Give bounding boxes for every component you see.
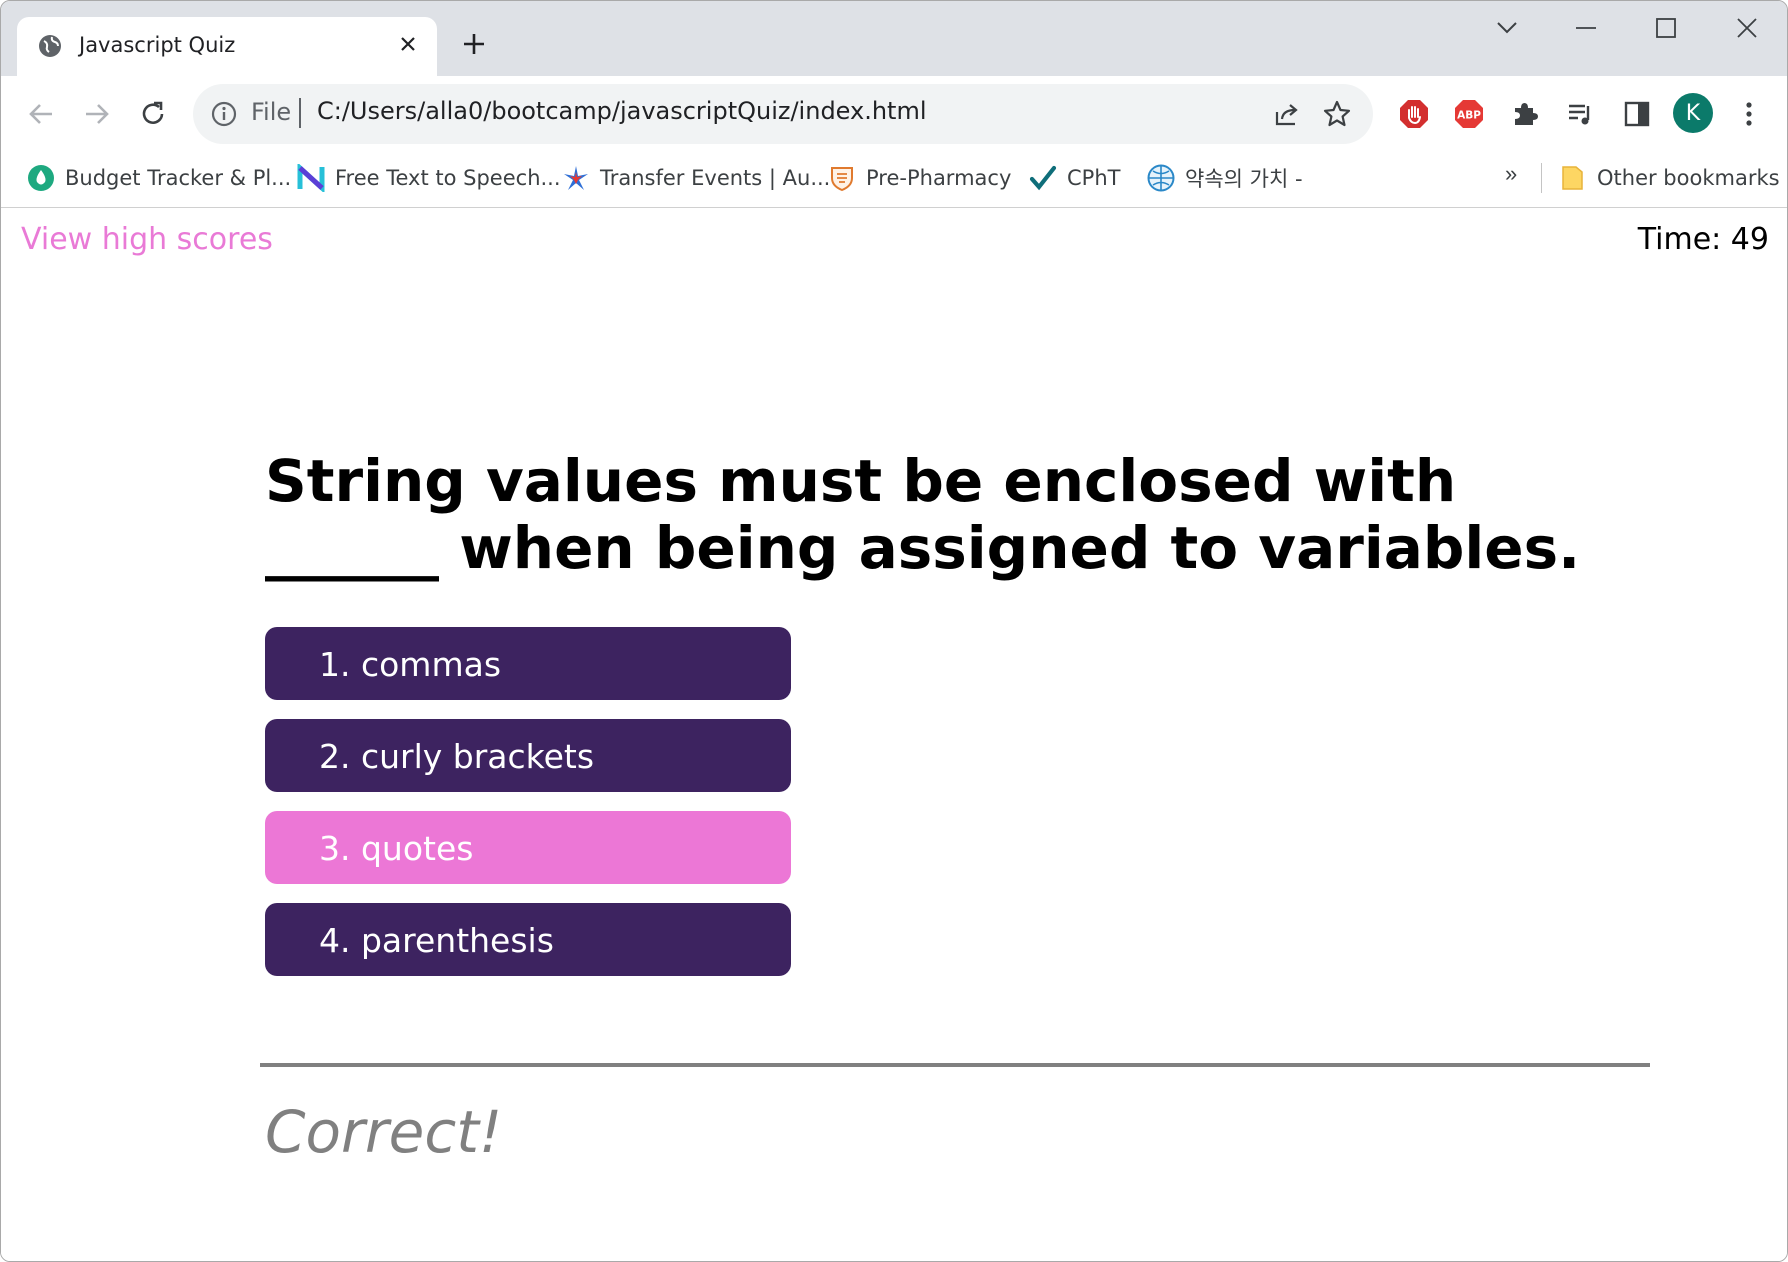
answer-result: Correct! xyxy=(265,1098,503,1166)
minimize-icon[interactable] xyxy=(1568,13,1604,43)
drop-icon xyxy=(27,164,55,192)
tab-search-icon[interactable] xyxy=(1489,13,1525,43)
media-queue-icon[interactable] xyxy=(1561,94,1601,134)
bookmark-label: Budget Tracker & Pl... xyxy=(65,166,292,190)
bookmarks-separator xyxy=(1541,163,1542,193)
bookmark-label: Other bookmarks xyxy=(1597,166,1780,190)
bookmark-label: Transfer Events | Au... xyxy=(600,166,831,190)
close-icon[interactable] xyxy=(393,29,423,59)
bookmark-cpht[interactable]: CPhT xyxy=(1029,161,1120,195)
address-url[interactable]: C:/Users/alla0/bootcamp/javascriptQuiz/i… xyxy=(317,97,927,125)
bookmark-korean-site[interactable]: 약속의 가치 - xyxy=(1147,161,1303,195)
bookmark-free-text-to-speech[interactable]: Free Text to Speech... xyxy=(297,161,561,195)
n-logo-icon xyxy=(297,164,325,192)
bookmark-label: Pre-Pharmacy xyxy=(866,166,1012,190)
bookmark-budget-tracker[interactable]: Budget Tracker & Pl... xyxy=(27,161,291,195)
share-icon[interactable] xyxy=(1271,98,1303,130)
svg-text:ABP: ABP xyxy=(1457,110,1481,122)
bookmark-transfer-events[interactable]: Transfer Events | Au... xyxy=(562,161,830,195)
address-scheme: File xyxy=(251,98,292,126)
adblock-extension-icon[interactable]: ABP xyxy=(1449,94,1489,134)
answer-choices: 1. commas 2. curly brackets 3. quotes 4.… xyxy=(265,627,791,995)
quiz-page: View high scores Time: 49 String values … xyxy=(1,208,1787,1261)
tab-javascript-quiz[interactable]: Javascript Quiz xyxy=(17,17,437,77)
bookmark-star-icon[interactable] xyxy=(1321,98,1353,130)
result-divider xyxy=(260,1063,1650,1067)
puzzle-extensions-icon[interactable] xyxy=(1505,94,1545,134)
bookmarks-bar: Budget Tracker & Pl... Free Text to Spee… xyxy=(1,151,1787,208)
checkmark-icon xyxy=(1029,164,1057,192)
tab-strip: Javascript Quiz xyxy=(1,1,1787,77)
more-bookmarks-chevron[interactable]: » xyxy=(1505,161,1517,187)
folder-icon xyxy=(1559,164,1587,192)
timer: Time: 49 xyxy=(1637,222,1769,257)
globe-icon xyxy=(37,33,63,59)
address-bar[interactable]: File C:/Users/alla0/bootcamp/javascriptQ… xyxy=(193,84,1373,144)
star-burst-icon xyxy=(562,164,590,192)
bookmark-label: 약속의 가치 - xyxy=(1185,167,1303,191)
back-arrow-icon[interactable] xyxy=(21,94,61,134)
forward-arrow-icon[interactable] xyxy=(77,94,117,134)
choice-button-1[interactable]: 1. commas xyxy=(265,627,791,700)
question-text: String values must be enclosed with ____… xyxy=(265,447,1581,582)
bookmark-label: CPhT xyxy=(1067,166,1121,190)
address-separator xyxy=(299,98,301,128)
tab-title: Javascript Quiz xyxy=(79,33,236,57)
globe-emblem-icon xyxy=(1147,164,1175,192)
more-options-icon[interactable] xyxy=(1729,94,1769,134)
bookmark-label: Free Text to Speech... xyxy=(335,166,561,190)
window-close-icon[interactable] xyxy=(1729,13,1765,43)
shield-crest-icon xyxy=(828,164,856,192)
browser-toolbar: File C:/Users/alla0/bootcamp/javascriptQ… xyxy=(1,76,1787,151)
browser-window: Javascript Quiz File C:/Users/alla0/boot… xyxy=(0,0,1788,1262)
bookmark-other-bookmarks[interactable]: Other bookmarks xyxy=(1559,161,1780,195)
reload-icon[interactable] xyxy=(133,94,173,134)
bookmark-pre-pharmacy[interactable]: Pre-Pharmacy xyxy=(828,161,1011,195)
new-tab-button[interactable] xyxy=(457,27,491,61)
side-panel-icon[interactable] xyxy=(1617,94,1657,134)
profile-avatar[interactable]: K xyxy=(1673,93,1713,133)
choice-button-4[interactable]: 4. parenthesis xyxy=(265,903,791,976)
choice-button-2[interactable]: 2. curly brackets xyxy=(265,719,791,792)
stop-hand-extension-icon[interactable] xyxy=(1394,94,1434,134)
info-icon[interactable] xyxy=(211,101,237,127)
view-high-scores-link[interactable]: View high scores xyxy=(21,222,273,257)
choice-button-3[interactable]: 3. quotes xyxy=(265,811,791,884)
maximize-icon[interactable] xyxy=(1648,13,1684,43)
